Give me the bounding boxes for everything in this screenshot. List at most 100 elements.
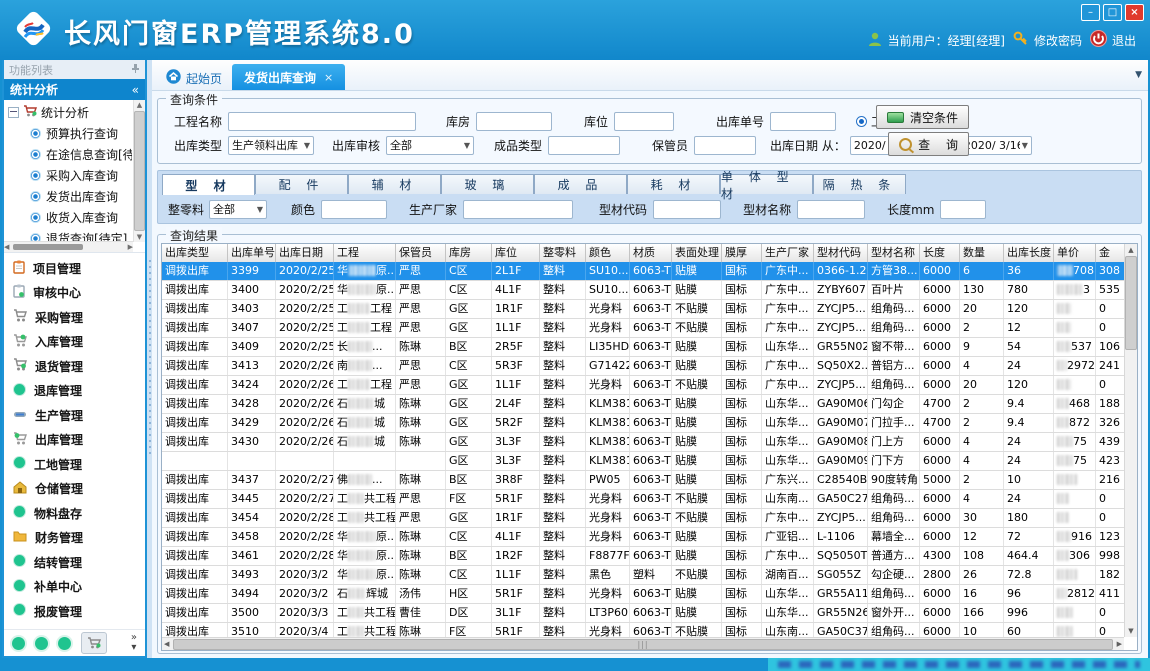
column-header-no[interactable]: 出库单号: [228, 244, 276, 262]
sidebar-module-circle[interactable]: 补单中心: [4, 575, 145, 600]
column-header-proj[interactable]: 工程: [334, 244, 396, 262]
audit-select[interactable]: 全部▼: [386, 136, 474, 155]
minimize-button[interactable]: –: [1081, 4, 1100, 21]
pin-icon[interactable]: [131, 63, 140, 76]
sidebar-module-cart-out[interactable]: 出库管理: [4, 428, 145, 453]
sidebar-module-cart-in[interactable]: 入库管理: [4, 330, 145, 355]
table-row[interactable]: 调拨出库33992020/2/25华原...严思C区2L1F整料SU10...6…: [162, 262, 1124, 281]
column-header-outlen[interactable]: 出库长度: [1004, 244, 1054, 262]
order-no-input[interactable]: [770, 112, 836, 131]
column-header-color[interactable]: 颜色: [586, 244, 630, 262]
sidebar-module-warehouse[interactable]: 仓储管理: [4, 477, 145, 502]
column-header-code[interactable]: 型材代码: [814, 244, 868, 262]
column-header-date[interactable]: 出库日期: [276, 244, 334, 262]
sidebar-module-cart-return[interactable]: 退货管理: [4, 354, 145, 379]
material-tab[interactable]: 玻 璃: [441, 174, 534, 194]
table-row[interactable]: 调拨出库34582020/2/28华原...陈琳C区4L1F整料光身料6063-…: [162, 528, 1124, 547]
toolbar-overflow-chevron[interactable]: »▾: [131, 633, 137, 653]
material-tab[interactable]: 耗 材: [627, 174, 720, 194]
table-row[interactable]: 调拨出库34542020/2/28工共工程严思G区1R1F整料光身料6063-T…: [162, 509, 1124, 528]
date-to-select[interactable]: 2020/ 3/16▼: [960, 136, 1032, 155]
project-name-input[interactable]: [228, 112, 416, 131]
color-input[interactable]: [321, 200, 387, 219]
column-header-factory[interactable]: 生产厂家: [762, 244, 814, 262]
column-header-mat[interactable]: 材质: [630, 244, 672, 262]
clear-conditions-button[interactable]: 清空条件: [876, 105, 969, 129]
sidebar-module-machine[interactable]: 生产管理: [4, 403, 145, 428]
table-row[interactable]: 调拨出库34002020/2/25华原...严思C区4L1F整料SU10...6…: [162, 281, 1124, 300]
column-header-surf[interactable]: 表面处理: [672, 244, 722, 262]
column-header-keeper[interactable]: 保管员: [396, 244, 446, 262]
whole-piece-select[interactable]: 全部▼: [209, 200, 267, 219]
column-header-len[interactable]: 长度: [920, 244, 960, 262]
material-tab[interactable]: 辅 材: [348, 174, 441, 194]
logout-button[interactable]: 退出: [1090, 30, 1136, 50]
table-row[interactable]: 调拨出库34072020/2/25工工程严思G区1L1F整料光身料6063-T5…: [162, 319, 1124, 338]
sidebar-module-circle[interactable]: 物料盘存: [4, 501, 145, 526]
keeper-input[interactable]: [694, 136, 756, 155]
sidebar-module-circle[interactable]: 工地管理: [4, 452, 145, 477]
tree-item[interactable]: 预算执行查询: [8, 123, 132, 144]
column-header-film[interactable]: 膜厚: [722, 244, 762, 262]
profile-name-input[interactable]: [797, 200, 865, 219]
column-header-price[interactable]: 单价: [1054, 244, 1096, 262]
outbound-type-select[interactable]: 生产领料出库▼: [228, 136, 314, 155]
collapse-icon[interactable]: «: [132, 83, 139, 97]
sidebar-module-circle[interactable]: 退库管理: [4, 379, 145, 404]
sidebar-module-circle[interactable]: 报废管理: [4, 599, 145, 624]
tab-shipment-outbound-query[interactable]: 发货出库查询 ×: [232, 64, 345, 90]
change-password-button[interactable]: 修改密码: [1013, 31, 1082, 50]
table-row[interactable]: 调拨出库35002020/3/3工共工程曹佳D区3L1F整料LT3P606063…: [162, 604, 1124, 623]
column-header-qty[interactable]: 数量: [960, 244, 1004, 262]
sidebar-module-clipboard[interactable]: 项目管理: [4, 256, 145, 281]
table-row[interactable]: 调拨出库34292020/2/26石城陈琳G区5R2F整料KLM38176063…: [162, 414, 1124, 433]
tree-vertical-scrollbar[interactable]: ▲▼: [133, 100, 145, 242]
table-row[interactable]: 调拨出库35102020/3/4工共工程陈琳F区5R1F整料光身料6063-T5…: [162, 623, 1124, 637]
material-tab[interactable]: 配 件: [255, 174, 348, 194]
material-tab[interactable]: 单 体 型 材: [720, 174, 813, 194]
tree-item[interactable]: 退货查询[待定]: [8, 228, 132, 242]
column-header-loc[interactable]: 库位: [492, 244, 540, 262]
column-header-whole[interactable]: 整零料: [540, 244, 586, 262]
sidebar-module-clipboard-plain[interactable]: 审核中心: [4, 281, 145, 306]
table-row[interactable]: 调拨出库34932020/3/2华原...陈琳C区1L1F整料黑色塑料不贴膜国标…: [162, 566, 1124, 585]
toolbar-dot-button[interactable]: [58, 637, 71, 650]
close-button[interactable]: ×: [1125, 4, 1144, 21]
maximize-button[interactable]: □: [1103, 4, 1122, 21]
sidebar-module-circle[interactable]: 结转管理: [4, 550, 145, 575]
tree-horizontal-scrollbar[interactable]: ◀▶: [4, 241, 133, 252]
tree-item[interactable]: 采购入库查询: [8, 165, 132, 186]
table-row[interactable]: 调拨出库34092020/2/25长...陈琳B区2R5F整料LI35HD606…: [162, 338, 1124, 357]
column-header-type[interactable]: 出库类型: [162, 244, 228, 262]
factory-input[interactable]: [463, 200, 573, 219]
table-row[interactable]: 调拨出库34032020/2/25工工程严思G区1R1F整料光身料6063-T5…: [162, 300, 1124, 319]
sidebar-module-cart[interactable]: 采购管理: [4, 305, 145, 330]
table-row[interactable]: 调拨出库34942020/3/2石辉城汤伟H区5R1F整料光身料6063-T5贴…: [162, 585, 1124, 604]
warehouse-input[interactable]: [476, 112, 552, 131]
table-row[interactable]: 调拨出库34612020/2/28华原...陈琳B区1R2F整料F8877FT6…: [162, 547, 1124, 566]
toolbar-dot-button[interactable]: [12, 637, 25, 650]
sidebar-splitter[interactable]: [147, 60, 152, 658]
length-input[interactable]: [940, 200, 986, 219]
results-horizontal-scrollbar[interactable]: ◀|||▶: [162, 637, 1124, 650]
material-tab[interactable]: 成 品: [534, 174, 627, 194]
sidebar-module-folder[interactable]: 财务管理: [4, 526, 145, 551]
table-row[interactable]: 调拨出库34372020/2/27佛...陈琳B区3R8F整料PW056063-…: [162, 471, 1124, 490]
tab-home[interactable]: 起始页: [156, 66, 232, 90]
table-row[interactable]: 调拨出库34302020/2/26石城陈琳G区3L3F整料KLM38176063…: [162, 433, 1124, 452]
toolbar-dot-button[interactable]: [35, 637, 48, 650]
table-row[interactable]: 调拨出库34242020/2/26工工程严思G区1L1F整料光身料6063-T5…: [162, 376, 1124, 395]
table-row[interactable]: 调拨出库34452020/2/27工共工程严思F区5R1F整料光身料6063-T…: [162, 490, 1124, 509]
tab-list-dropdown-icon[interactable]: ▼: [1135, 70, 1142, 80]
tree-root[interactable]: 统计分析: [8, 102, 132, 123]
material-tab[interactable]: 型 材: [162, 174, 255, 195]
location-input[interactable]: [614, 112, 674, 131]
material-tab[interactable]: 隔 热 条: [813, 174, 906, 194]
tree-item[interactable]: 发货出库查询: [8, 186, 132, 207]
tree-item[interactable]: 在途信息查询[待: [8, 144, 132, 165]
profile-code-input[interactable]: [653, 200, 721, 219]
tab-close-icon[interactable]: ×: [324, 71, 333, 84]
product-type-input[interactable]: [548, 136, 620, 155]
tree-item[interactable]: 收货入库查询: [8, 207, 132, 228]
table-row[interactable]: G区3L3F整料KLM38176063-T5贴膜国标山东华...GA90M09.…: [162, 452, 1124, 471]
